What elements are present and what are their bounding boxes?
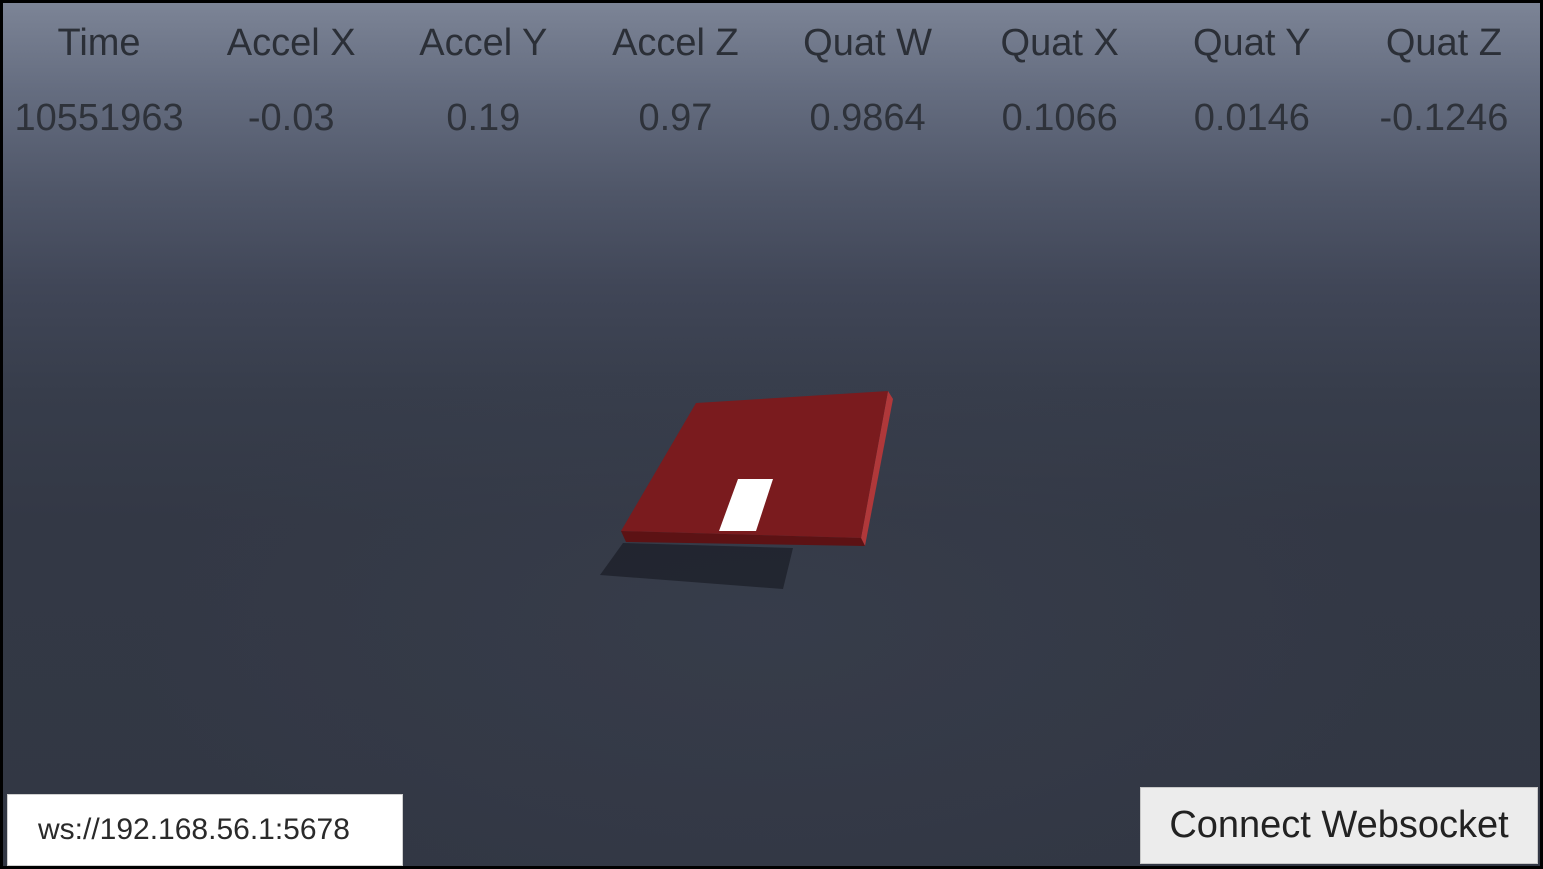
websocket-url-input[interactable]: ws://192.168.56.1:5678 [7,794,403,866]
header-accel-y: Accel Y [419,22,548,64]
scene-viewport: Time Accel X Accel Y Accel Z Quat W Quat… [3,3,1540,866]
value-quat-z: -0.1246 [1379,97,1509,139]
value-accel-y: 0.19 [446,97,521,139]
board-shadow [600,543,793,589]
connect-websocket-button[interactable]: Connect Websocket [1140,787,1538,864]
header-time: Time [57,22,141,64]
header-quat-x: Quat X [1000,22,1119,64]
telemetry-header-row: Time Accel X Accel Y Accel Z Quat W Quat… [3,20,1540,66]
value-quat-w: 0.9864 [809,97,926,139]
value-accel-x: -0.03 [247,97,335,139]
telemetry-table: Time Accel X Accel Y Accel Z Quat W Quat… [3,3,1540,163]
websocket-url-value: ws://192.168.56.1:5678 [38,813,350,846]
header-quat-y: Quat Y [1193,22,1311,64]
value-accel-z: 0.97 [638,97,713,139]
value-quat-y: 0.0146 [1193,97,1310,139]
connect-websocket-label: Connect Websocket [1169,804,1509,846]
header-quat-w: Quat W [803,22,932,64]
header-accel-z: Accel Z [612,22,739,64]
value-time: 10551963 [14,97,184,139]
header-quat-z: Quat Z [1385,22,1503,64]
value-quat-x: 0.1066 [1001,97,1118,139]
header-accel-x: Accel X [226,22,356,64]
telemetry-value-row: 10551963 -0.03 0.19 0.97 0.9864 0.1066 0… [3,95,1540,141]
